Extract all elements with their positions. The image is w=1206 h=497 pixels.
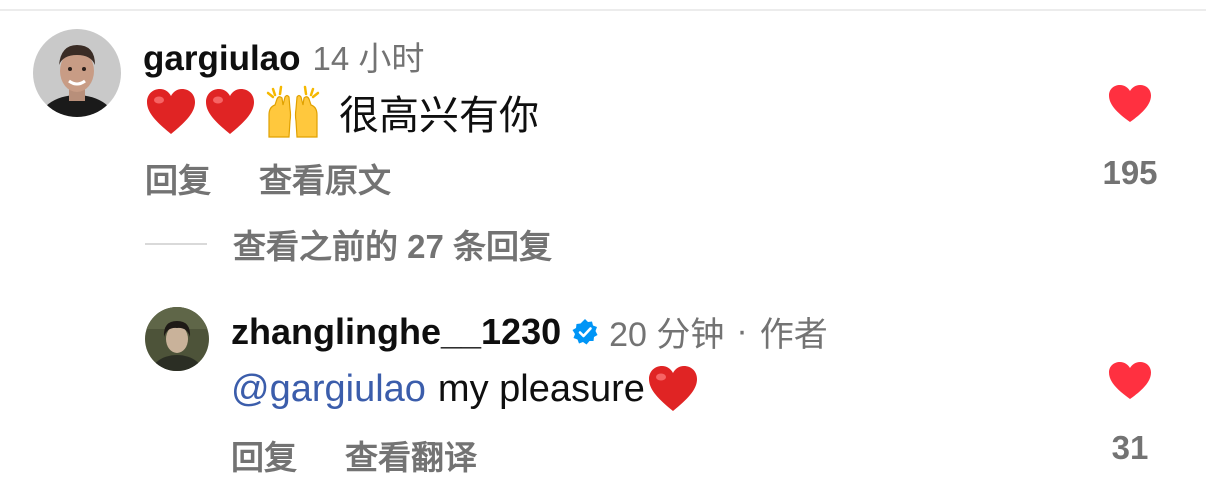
- meta-separator: ·: [736, 312, 748, 350]
- top-divider: [0, 9, 1206, 11]
- comment-header: zhanglinghe__1230 20 分钟 · 作者: [231, 307, 828, 356]
- heart-icon[interactable]: [1108, 361, 1152, 401]
- comment-header: gargiulao 14 小时: [143, 32, 424, 80]
- author-label: 作者: [759, 316, 828, 354]
- view-translation-button[interactable]: 查看翻译: [345, 431, 477, 479]
- emoji-group: [145, 85, 323, 139]
- comment-body: 很高兴有你: [145, 84, 539, 140]
- red-heart-emoji-icon: [647, 365, 699, 413]
- like-column: 31: [1092, 361, 1168, 467]
- raising-hands-emoji-icon: [263, 85, 323, 139]
- view-original-button[interactable]: 查看原文: [259, 154, 391, 202]
- timestamp: 14 小时: [312, 40, 425, 77]
- heart-icon[interactable]: [1108, 84, 1152, 124]
- like-count: 31: [1111, 429, 1149, 466]
- red-heart-emoji-icon: [145, 88, 197, 136]
- replies-divider-line: [145, 243, 207, 245]
- username-link[interactable]: zhanglinghe__1230: [231, 311, 561, 353]
- avatar-gargiulao-image: [33, 29, 121, 117]
- comment-actions: 回复 查看翻译: [231, 431, 525, 479]
- red-heart-emoji-icon: [204, 88, 256, 136]
- like-count: 195: [1102, 154, 1158, 191]
- comment-actions: 回复 查看原文: [145, 154, 439, 202]
- comment-text: my pleasure: [437, 367, 645, 410]
- comment-text: 很高兴有你: [339, 94, 539, 138]
- reply-button[interactable]: 回复: [145, 154, 211, 202]
- reply-button[interactable]: 回复: [231, 431, 297, 479]
- like-column: 195: [1092, 84, 1168, 192]
- view-previous-replies-button[interactable]: 查看之前的 27 条回复: [145, 220, 552, 268]
- avatar-zhanglinghe-image: [145, 307, 209, 371]
- view-previous-replies-label: 查看之前的 27 条回复: [233, 228, 553, 265]
- verified-badge-icon: [571, 318, 599, 346]
- username-link[interactable]: gargiulao: [143, 39, 301, 79]
- timestamp: 20 分钟: [609, 316, 725, 354]
- comment-body: @gargiulao my pleasure: [231, 363, 699, 415]
- mention-link[interactable]: @gargiulao: [231, 368, 426, 411]
- avatar[interactable]: [33, 29, 121, 117]
- avatar[interactable]: [145, 307, 209, 371]
